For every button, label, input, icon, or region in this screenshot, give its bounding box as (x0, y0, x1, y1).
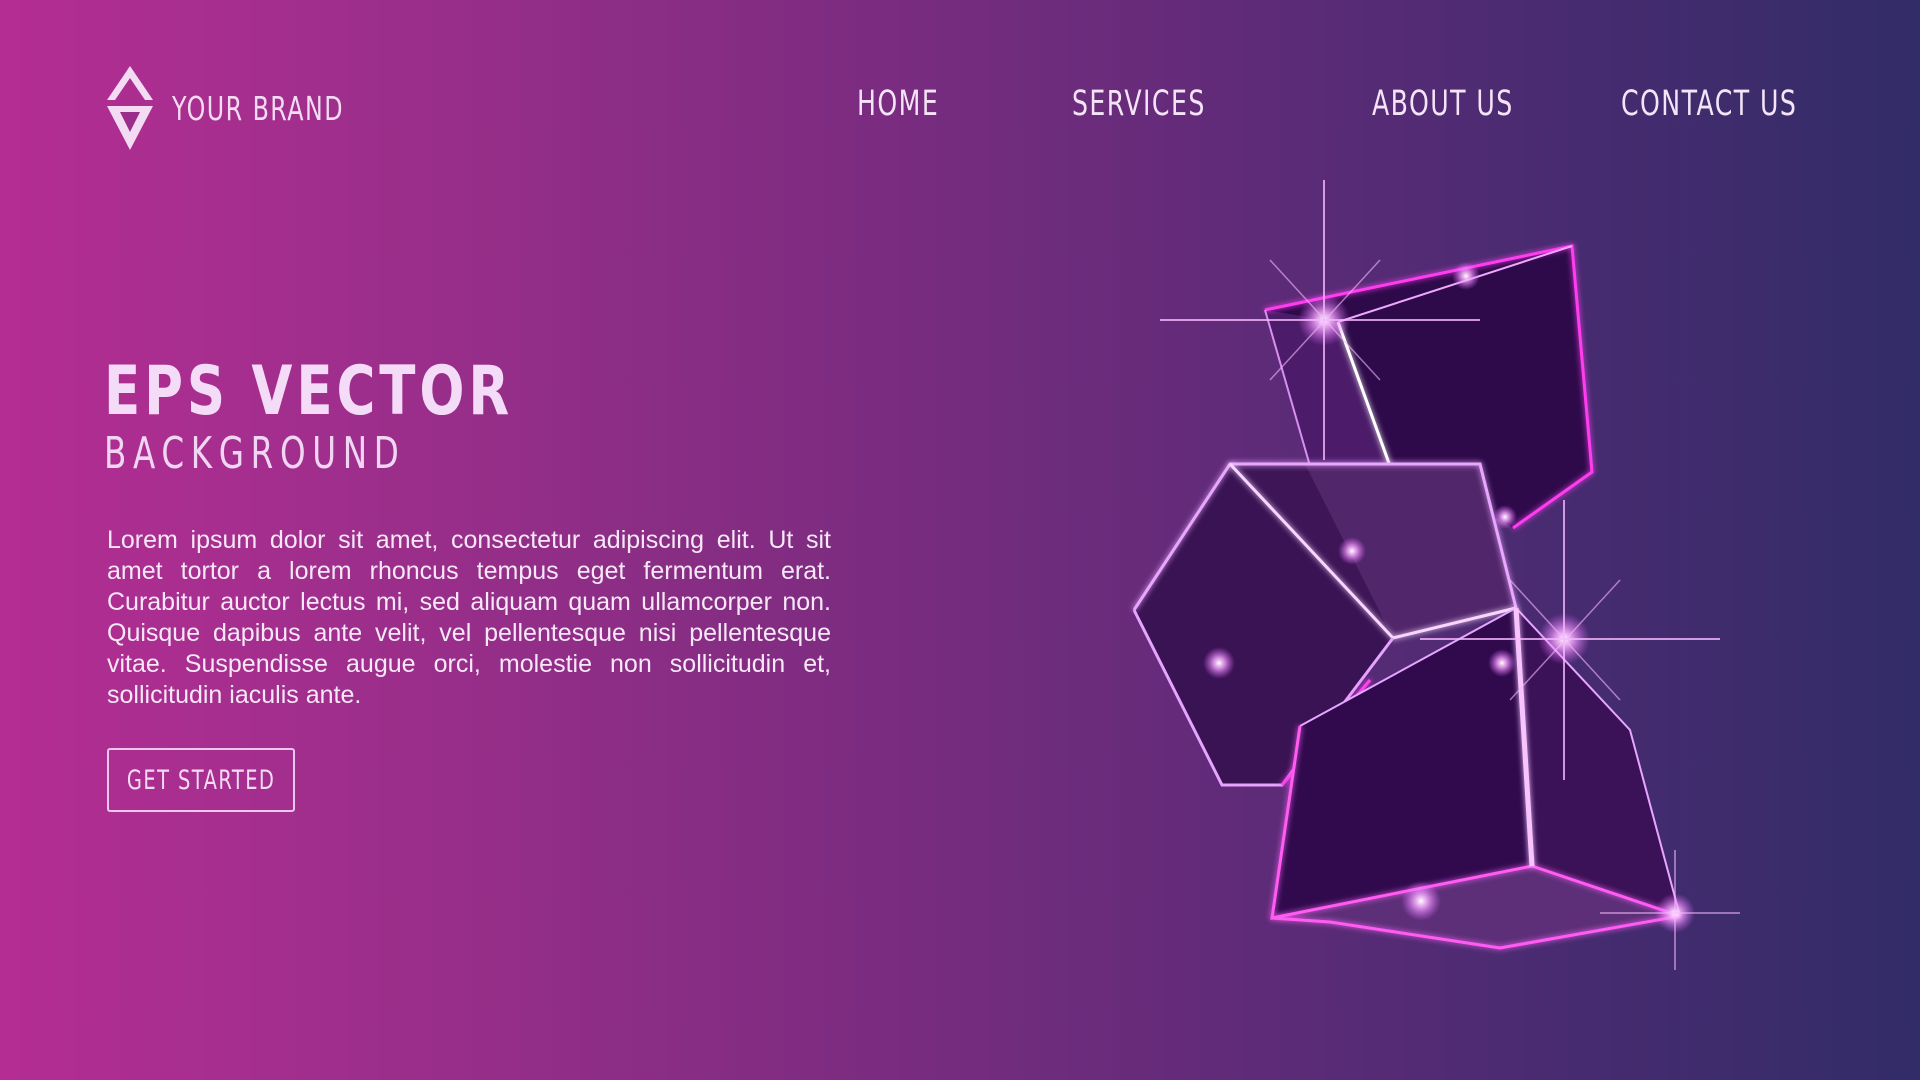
hero-title: EPS VECTOR (104, 352, 514, 431)
main-navigation: HOME SERVICES ABOUT US CONTACT US (0, 84, 1920, 134)
nav-item-home[interactable]: HOME (857, 84, 939, 124)
nav-item-services[interactable]: SERVICES (1072, 84, 1206, 124)
get-started-button[interactable]: GET STARTED (107, 748, 295, 812)
hero-subtitle: BACKGROUND (104, 428, 406, 479)
get-started-label: GET STARTED (126, 764, 276, 796)
hero-body-text: Lorem ipsum dolor sit amet, consectetur … (107, 526, 831, 709)
nav-item-contact-us[interactable]: CONTACT US (1621, 84, 1797, 124)
nav-item-about-us[interactable]: ABOUT US (1372, 84, 1514, 124)
glowing-cubes-illustration (1132, 180, 1740, 970)
